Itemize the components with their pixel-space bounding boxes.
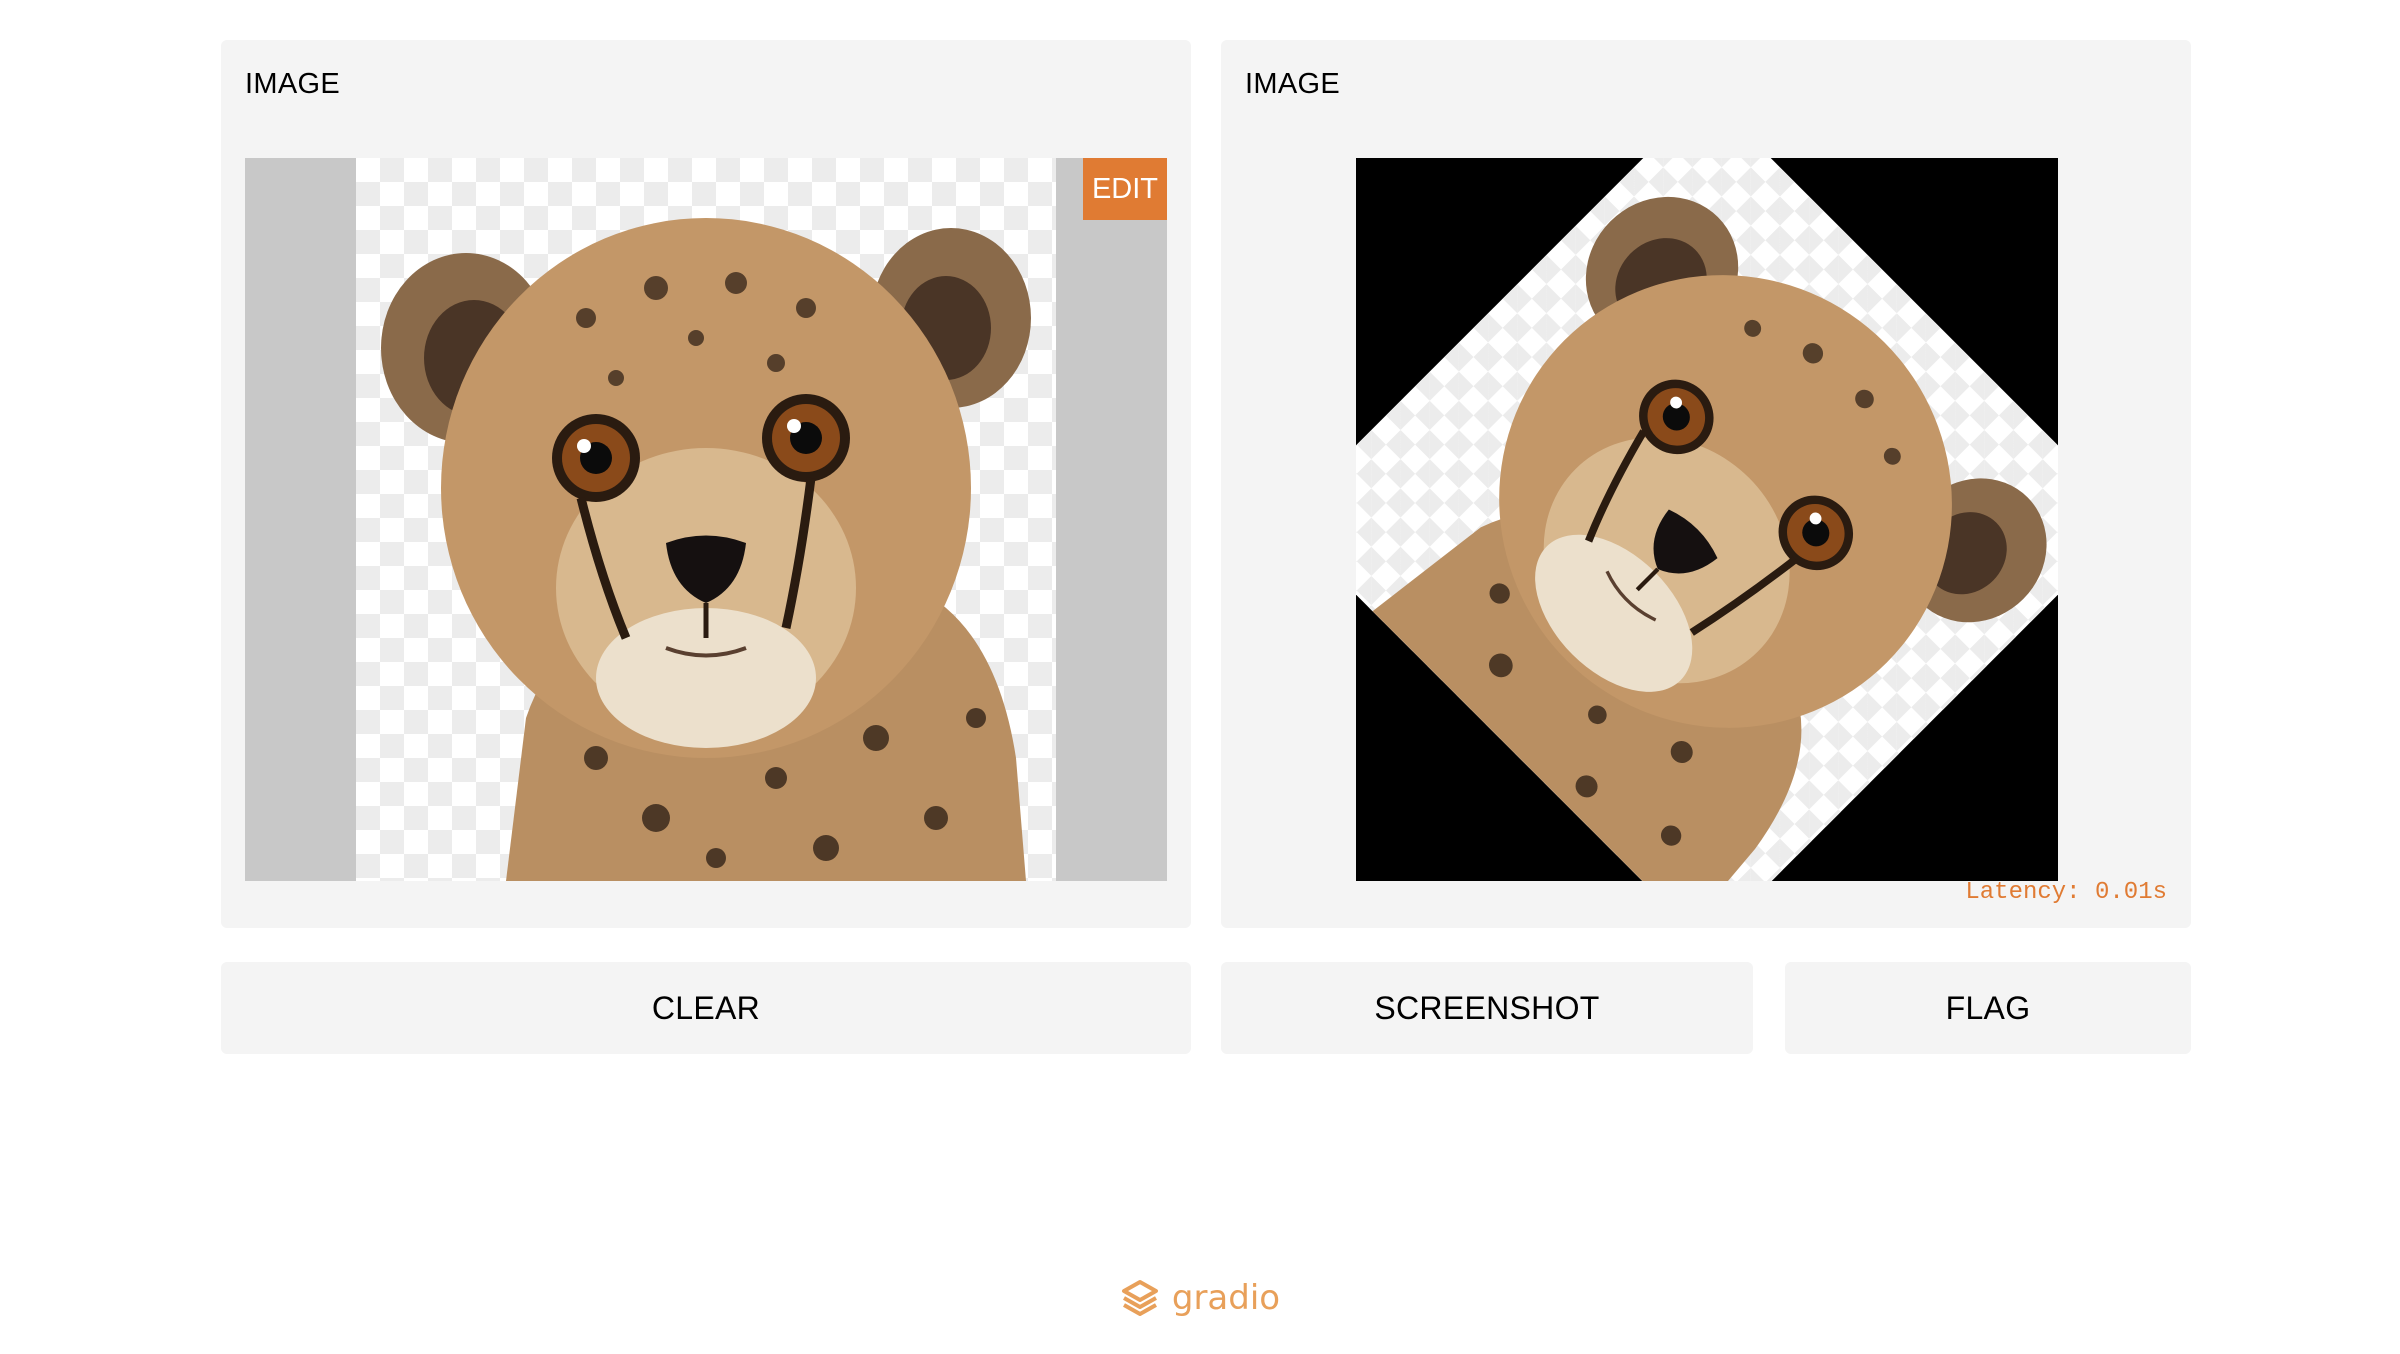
edit-button[interactable]: EDIT	[1083, 158, 1167, 220]
input-panel-label: IMAGE	[245, 68, 340, 100]
rotated-image-group	[1356, 158, 2058, 881]
clear-button[interactable]: CLEAR	[221, 962, 1191, 1054]
footer: gradio	[0, 1278, 2400, 1318]
gradio-branding[interactable]: gradio	[1120, 1278, 1280, 1318]
flag-button[interactable]: FLAG	[1785, 962, 2191, 1054]
cheetah-cub-image	[381, 218, 1031, 881]
output-image-area	[1356, 158, 2058, 881]
output-image-panel: IMAGE Latency: 0.01s	[1221, 40, 2191, 928]
gradio-logo-icon	[1121, 1280, 1158, 1316]
input-image-panel: IMAGE EDIT	[221, 40, 1191, 928]
rotated-cheetah-cub-image	[1372, 196, 2047, 881]
input-image-area[interactable]	[245, 158, 1167, 881]
latency-readout: Latency: 0.01s	[1965, 879, 2167, 906]
output-panel-label: IMAGE	[1245, 68, 1340, 100]
gradio-brand-text: gradio	[1171, 1278, 1281, 1318]
screenshot-button[interactable]: SCREENSHOT	[1221, 962, 1753, 1054]
